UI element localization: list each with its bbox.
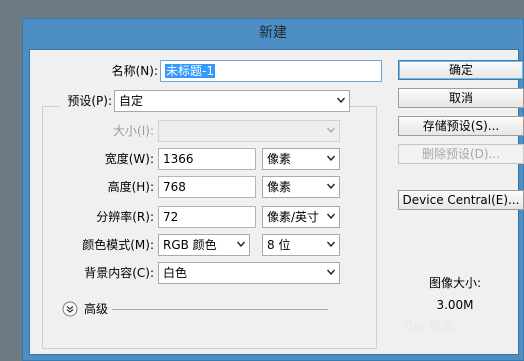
color-mode-value: RGB 颜色 (163, 238, 217, 252)
save-preset-button[interactable]: 存储预设(S)... (398, 116, 524, 136)
size-label: 大小(I): (113, 124, 154, 138)
image-size-value: 3.00M (436, 298, 474, 312)
preset-select[interactable]: 自定 (114, 90, 350, 112)
name-label: 名称(N): (111, 64, 158, 78)
chevron-down-icon (327, 213, 335, 219)
chevron-down-icon (327, 155, 335, 161)
preset-value: 自定 (119, 94, 144, 108)
dialog-body: 名称(N): 未标题-1 预设(P): 自定 大小(I): 宽度(W): 136… (29, 49, 524, 355)
watermark: Bai 经验 (404, 319, 455, 334)
width-label: 宽度(W): (104, 152, 154, 166)
name-input[interactable]: 未标题-1 (160, 60, 382, 82)
background-label: 背景内容(C): (84, 266, 154, 280)
resolution-unit-value: 像素/英寸 (267, 210, 320, 224)
advanced-toggle-button[interactable] (62, 301, 78, 317)
advanced-divider (112, 309, 328, 310)
bit-depth-select[interactable]: 8 位 (262, 234, 340, 256)
delete-preset-button[interactable]: 删除预设(D)... (398, 144, 524, 164)
color-mode-label: 颜色模式(M): (82, 238, 154, 252)
height-label: 高度(H): (107, 180, 154, 194)
width-unit-value: 像素 (267, 152, 292, 166)
background-value: 白色 (163, 266, 188, 280)
expand-chevron-icon (62, 301, 78, 317)
chevron-down-icon (237, 241, 245, 247)
color-mode-select[interactable]: RGB 颜色 (158, 234, 250, 256)
resolution-label: 分辨率(R): (96, 210, 154, 224)
chevron-down-icon (327, 241, 335, 247)
ok-button[interactable]: 确定 (398, 60, 524, 80)
background-select[interactable]: 白色 (158, 262, 340, 284)
preset-label: 预设(P): (60, 90, 114, 112)
resolution-unit-select[interactable]: 像素/英寸 (262, 206, 340, 228)
image-size-label: 图像大小: (428, 276, 482, 290)
advanced-label: 高级 (84, 302, 109, 316)
name-input-value: 未标题-1 (165, 64, 215, 78)
chevron-down-icon (337, 97, 345, 103)
bit-depth-value: 8 位 (267, 238, 291, 252)
cancel-button[interactable]: 取消 (398, 88, 524, 108)
width-unit-select[interactable]: 像素 (262, 148, 340, 170)
size-select[interactable] (158, 120, 340, 142)
resolution-input[interactable]: 72 (158, 206, 256, 228)
height-unit-select[interactable]: 像素 (262, 176, 340, 198)
height-unit-value: 像素 (267, 180, 292, 194)
chevron-down-icon (327, 269, 335, 275)
height-input[interactable]: 768 (158, 176, 256, 198)
width-input[interactable]: 1366 (158, 148, 256, 170)
chevron-down-icon (327, 127, 335, 133)
device-central-button[interactable]: Device Central(E)... (398, 190, 524, 210)
chevron-down-icon (327, 183, 335, 189)
new-document-dialog: 新建 名称(N): 未标题-1 预设(P): 自定 大小(I): 宽度(W): … (22, 18, 524, 361)
dialog-title: 新建 (259, 25, 287, 41)
